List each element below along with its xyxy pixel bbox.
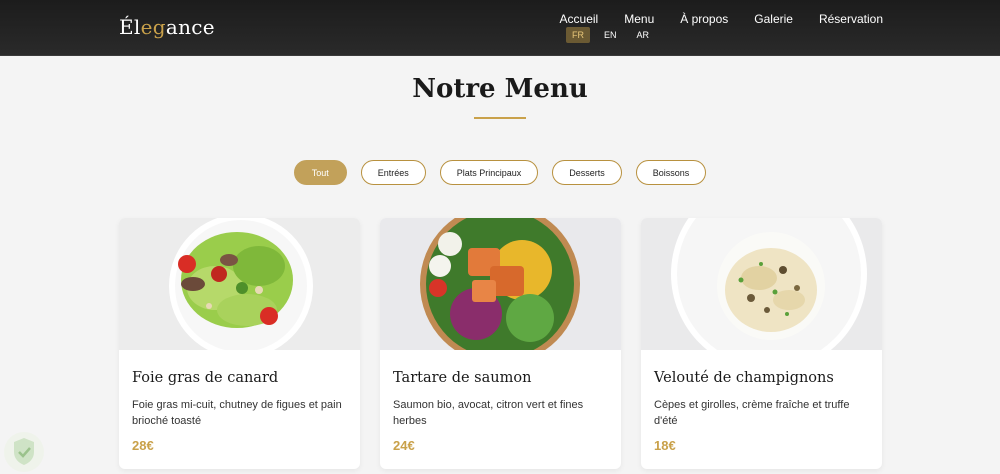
site-logo[interactable]: Élegance <box>119 15 215 39</box>
dish-price: 28€ <box>132 438 154 453</box>
logo-text-start: Él <box>119 15 141 39</box>
lang-fr-button[interactable]: FR <box>566 27 590 43</box>
dish-image-salad <box>119 218 360 350</box>
menu-card[interactable]: Foie gras de canard Foie gras mi-cuit, c… <box>119 218 360 469</box>
top-navbar: Élegance Accueil Menu À propos Galerie R… <box>0 0 1000 56</box>
dish-price: 18€ <box>654 438 676 453</box>
filter-entrees-button[interactable]: Entrées <box>360 160 426 185</box>
nav-link-accueil[interactable]: Accueil <box>560 12 599 26</box>
menu-card[interactable]: Tartare de saumon Saumon bio, avocat, ci… <box>380 218 621 469</box>
lang-ar-button[interactable]: AR <box>631 27 656 43</box>
dish-title: Tartare de saumon <box>393 370 532 386</box>
dish-description: Saumon bio, avocat, citron vert et fines… <box>393 399 584 427</box>
main-nav: Accueil Menu À propos Galerie Réservatio… <box>560 12 883 26</box>
lang-en-button[interactable]: EN <box>598 27 623 43</box>
dish-description: Foie gras mi-cuit, chutney de figues et … <box>132 399 342 427</box>
language-switcher: FR EN AR <box>566 27 655 43</box>
nav-link-galerie[interactable]: Galerie <box>754 12 793 26</box>
dish-title: Velouté de champignons <box>654 370 834 386</box>
dish-title: Foie gras de canard <box>132 370 279 386</box>
menu-card[interactable]: Velouté de champignons Cèpes et girolles… <box>641 218 882 469</box>
menu-filters: Tout Entrées Plats Principaux Desserts B… <box>0 160 1000 185</box>
nav-link-reservation[interactable]: Réservation <box>819 12 883 26</box>
dish-price: 24€ <box>393 438 415 453</box>
logo-text-accent: eg <box>140 15 166 39</box>
shield-check-icon <box>0 424 50 474</box>
title-underline <box>474 117 526 119</box>
dish-description: Cèpes et girolles, crème fraîche et truf… <box>654 399 850 427</box>
nav-link-menu[interactable]: Menu <box>624 12 654 26</box>
filter-desserts-button[interactable]: Desserts <box>552 160 622 185</box>
dish-image-risotto <box>641 218 882 350</box>
dish-image-salmon-bowl <box>380 218 621 350</box>
menu-cards: Foie gras de canard Foie gras mi-cuit, c… <box>119 218 882 469</box>
filter-tout-button[interactable]: Tout <box>293 160 347 185</box>
filter-boissons-button[interactable]: Boissons <box>635 160 707 185</box>
filter-plats-button[interactable]: Plats Principaux <box>439 160 539 185</box>
section-title: Notre Menu <box>412 74 588 104</box>
logo-text-end: ance <box>165 15 215 39</box>
nav-link-a-propos[interactable]: À propos <box>680 12 728 26</box>
